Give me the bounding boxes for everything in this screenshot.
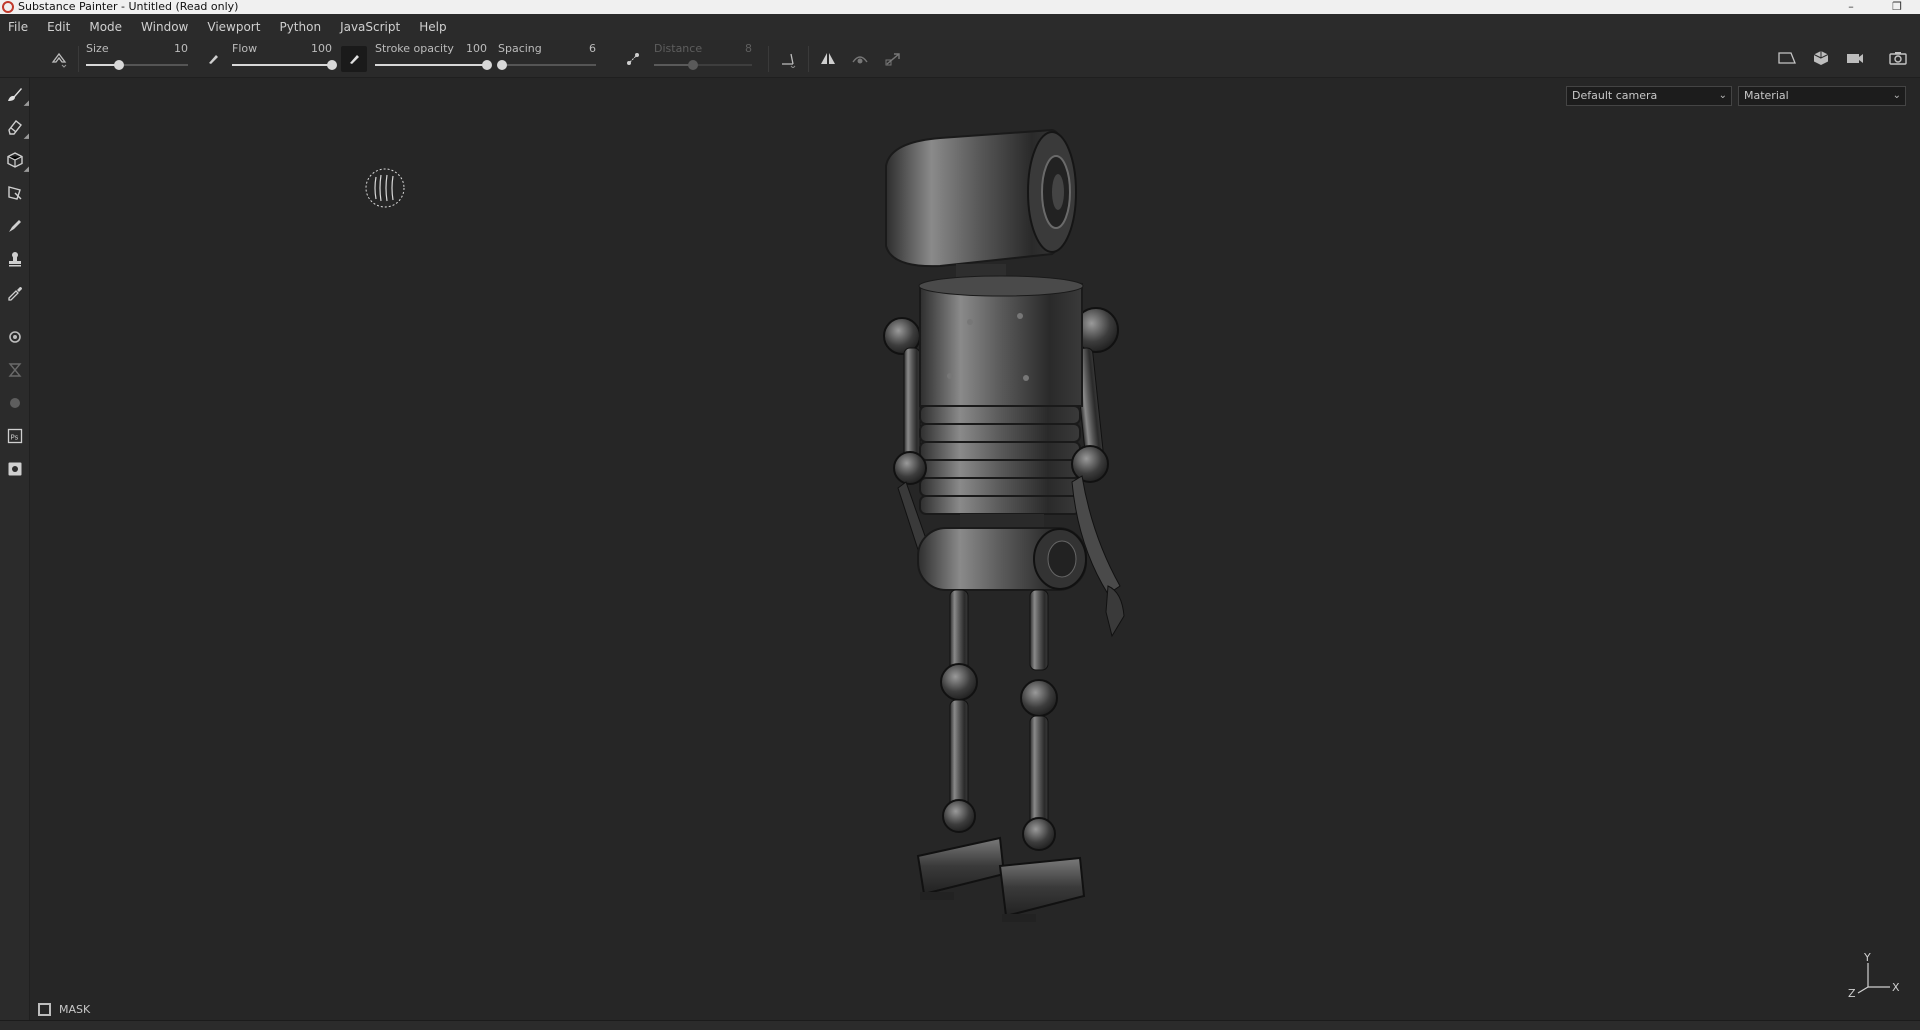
chevron-down-icon: ⌄	[1892, 90, 1901, 101]
symmetry-icon[interactable]	[815, 46, 841, 72]
camera-select-value: Default camera	[1572, 89, 1658, 102]
flow-label: Flow	[232, 42, 258, 55]
stroke-opacity-slider[interactable]: Stroke opacity 100	[375, 40, 492, 78]
axis-gizmo-icon: Y X Z	[1848, 951, 1900, 1000]
window-title: Substance Painter - Untitled (Read only)	[18, 0, 239, 13]
menu-mode[interactable]: Mode	[80, 14, 132, 40]
svg-text:Ps: Ps	[11, 434, 19, 442]
display-mode-select-value: Material	[1744, 89, 1789, 102]
spacing-slider-handle[interactable]	[496, 60, 507, 70]
brush-presets-icon[interactable]	[46, 46, 72, 72]
backface-culling-icon[interactable]	[847, 46, 873, 72]
3d-cube-icon[interactable]	[1808, 46, 1834, 70]
distance-slider-handle[interactable]	[688, 60, 699, 70]
camera-select[interactable]: Default camera ⌄	[1566, 86, 1732, 106]
size-value: 10	[174, 42, 188, 55]
line-angle-icon[interactable]	[775, 46, 801, 72]
restore-button[interactable]: ❐	[1874, 0, 1920, 14]
mask-checkbox[interactable]	[38, 1002, 51, 1016]
size-label: Size	[86, 42, 109, 55]
stroke-opacity-label: Stroke opacity	[375, 42, 454, 55]
flow-slider[interactable]: Flow 100	[232, 40, 337, 78]
eraser-icon[interactable]: ◢	[3, 115, 29, 140]
distance-value: 8	[745, 42, 752, 55]
menu-file[interactable]: File	[0, 14, 38, 40]
size-slider-handle[interactable]	[113, 60, 124, 70]
toolbar-separator	[768, 46, 769, 72]
axis-y-label: Y	[1863, 951, 1871, 964]
distance-label: Distance	[654, 42, 703, 55]
menu-window[interactable]: Window	[132, 14, 198, 40]
projection-icon[interactable]: ◢	[3, 148, 29, 173]
display-mode-select[interactable]: Material ⌄	[1738, 86, 1906, 106]
menu-python[interactable]: Python	[270, 14, 331, 40]
brush-cursor-icon	[365, 168, 405, 208]
flow-value: 100	[311, 42, 332, 55]
viewport-frame-icon[interactable]	[1774, 46, 1800, 70]
sphere-icon[interactable]	[3, 391, 27, 415]
screenshot-icon[interactable]	[3, 457, 27, 481]
size-pressure-icon[interactable]	[200, 46, 226, 72]
flow-pressure-icon[interactable]	[341, 46, 367, 72]
3d-viewport[interactable]: Default camera ⌄ Material ⌄ Y X Z	[31, 78, 1920, 1019]
hourglass-icon[interactable]	[3, 358, 27, 382]
toolbar-separator	[78, 46, 79, 72]
lazy-mouse-icon[interactable]	[620, 46, 646, 72]
menu-viewport[interactable]: Viewport	[198, 14, 270, 40]
menu-javascript[interactable]: JavaScript	[331, 14, 410, 40]
minimize-button[interactable]: –	[1828, 0, 1874, 14]
tool-properties-toolbar: Size 10 Flow 100 Stroke opacity 100 Spac…	[0, 40, 1920, 78]
size-slider[interactable]: Size 10	[86, 40, 192, 78]
smudge-icon[interactable]	[3, 214, 27, 238]
flow-slider-handle[interactable]	[327, 60, 337, 70]
wrap-icon[interactable]	[880, 46, 906, 72]
title-bar: Substance Painter - Untitled (Read only)…	[0, 0, 1920, 14]
stroke-opacity-slider-handle[interactable]	[482, 60, 492, 70]
stroke-opacity-value: 100	[466, 42, 487, 55]
toolbar-separator	[808, 46, 809, 72]
menu-bar: File Edit Mode Window Viewport Python Ja…	[0, 14, 1920, 40]
chevron-down-icon: ⌄	[1718, 90, 1727, 101]
mask-label: MASK	[59, 1002, 91, 1016]
polygon-fill-icon[interactable]	[3, 181, 27, 205]
screenshot-camera-icon[interactable]	[1885, 46, 1911, 70]
paint-brush-icon[interactable]: ◢	[3, 82, 29, 107]
menu-help[interactable]: Help	[410, 14, 456, 40]
camera-icon[interactable]	[1842, 46, 1868, 70]
status-bar	[0, 1020, 1920, 1030]
mask-bar: MASK	[31, 998, 1920, 1020]
spacing-label: Spacing	[498, 42, 542, 55]
photoshop-export-icon[interactable]: Ps	[3, 424, 27, 448]
spacing-slider[interactable]: Spacing 6	[496, 40, 600, 78]
robot-3d-model[interactable]	[820, 116, 1220, 986]
color-picker-icon[interactable]	[3, 280, 27, 304]
axis-x-label: X	[1892, 981, 1900, 994]
menu-edit[interactable]: Edit	[38, 14, 80, 40]
clone-stamp-icon[interactable]	[3, 247, 27, 271]
spacing-value: 6	[589, 42, 596, 55]
tool-strip: ◢ ◢ ◢ Ps	[0, 78, 30, 1030]
app-logo-icon	[2, 1, 14, 13]
bake-settings-icon[interactable]	[3, 325, 27, 349]
substance-painter-window: Substance Painter - Untitled (Read only)…	[0, 0, 1920, 1030]
distance-slider[interactable]: Distance 8	[654, 40, 756, 78]
